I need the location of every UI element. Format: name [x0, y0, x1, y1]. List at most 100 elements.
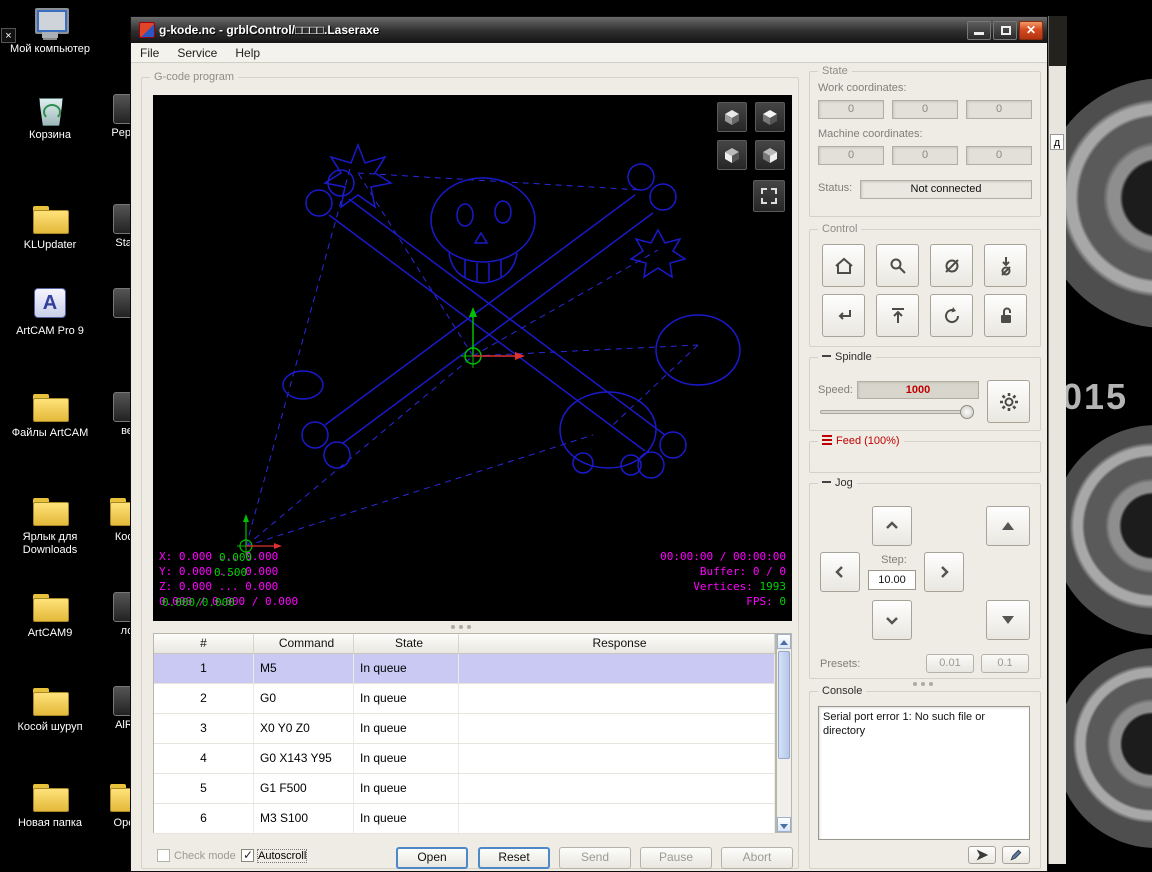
control-group: Control: [809, 229, 1041, 347]
minimize-button[interactable]: [967, 21, 991, 40]
machine-z-display: 0: [966, 146, 1032, 165]
console-group-title: Console: [818, 685, 866, 697]
grblcontrol-window: g-kode.nc - grblControl/□□□□.Laseraxe ✕ …: [130, 16, 1048, 872]
reset-button[interactable]: Reset: [478, 847, 550, 869]
machine-y-display: 0: [892, 146, 958, 165]
folder-icon: [30, 684, 70, 718]
spindle-speed-slider[interactable]: [820, 410, 972, 414]
console-output[interactable]: Serial port error 1: No such file or dir…: [818, 706, 1030, 840]
folder-icon: [30, 390, 70, 424]
view-left-button[interactable]: [755, 140, 785, 170]
preset-001-button[interactable]: 0.01: [926, 654, 974, 673]
menu-file[interactable]: File: [131, 44, 168, 62]
titlebar[interactable]: g-kode.nc - grblControl/□□□□.Laseraxe ✕: [131, 17, 1047, 43]
work-z-display: 0: [966, 100, 1032, 119]
maximize-button[interactable]: [993, 21, 1017, 40]
recycle-bin-icon: [30, 92, 70, 126]
spindle-group: Spindle Speed: 1000: [809, 357, 1041, 431]
hud-stats: 00:00:00 / 00:00:00 Buffer: 0 / 0 Vertic…: [660, 549, 786, 609]
check-mode-label: Check mode: [174, 850, 236, 862]
folder-icon: [30, 780, 70, 814]
desktop-icon-my-computer[interactable]: Мой компьютер: [5, 6, 95, 56]
spindle-speed-label: Speed:: [818, 384, 853, 396]
close-button[interactable]: ✕: [1019, 21, 1043, 40]
desktop-icon-downloads-shortcut[interactable]: Ярлык для Downloads: [5, 494, 95, 557]
view-isometric-button[interactable]: [717, 102, 747, 132]
table-row[interactable]: 2G0In queue: [154, 684, 775, 714]
step-label: Step:: [870, 554, 918, 566]
gcode-visualizer[interactable]: X: 0.000 ... 0.0000.000 Y: 0.000 ... 0.0…: [153, 95, 792, 621]
control-group-title: Control: [818, 223, 861, 235]
table-row[interactable]: 4G0 X143 Y95In queue: [154, 744, 775, 774]
desktop-icon-kosoy-shurup[interactable]: Косой шуруп: [5, 684, 95, 734]
console-edit-button[interactable]: [1002, 846, 1030, 864]
zero-z-button[interactable]: [984, 244, 1027, 287]
wallpaper-text: 015: [1062, 376, 1128, 418]
reset-button-control[interactable]: [930, 294, 973, 337]
autoscroll-checkbox[interactable]: [241, 849, 254, 862]
send-button[interactable]: Send: [559, 847, 631, 869]
safe-position-button[interactable]: [876, 294, 919, 337]
desktop-icon-artcam9[interactable]: ArtCAM9: [5, 590, 95, 640]
jog-x-plus-button[interactable]: [924, 552, 964, 592]
table-row[interactable]: 1M5In queue: [154, 654, 775, 684]
step-input[interactable]: 10.00: [868, 570, 916, 590]
slider-handle[interactable]: [960, 405, 974, 419]
computer-icon: [30, 6, 70, 40]
console-send-button[interactable]: [968, 846, 996, 864]
open-button[interactable]: Open: [396, 847, 468, 869]
abort-button[interactable]: Abort: [721, 847, 793, 869]
pause-button[interactable]: Pause: [640, 847, 712, 869]
desktop-icon-recycle-bin[interactable]: Корзина: [5, 92, 95, 142]
check-mode-checkbox-row[interactable]: Check mode: [157, 849, 236, 862]
menu-service[interactable]: Service: [168, 44, 226, 62]
jog-y-plus-button[interactable]: [872, 506, 912, 546]
desktop-icon-new-folder[interactable]: Новая папка: [5, 780, 95, 830]
menu-help[interactable]: Help: [226, 44, 269, 62]
machine-coordinates-label: Machine coordinates:: [818, 128, 923, 140]
view-preset-buttons: [717, 102, 785, 170]
panel-splitter-handle[interactable]: [913, 682, 917, 686]
folder-icon: [30, 202, 70, 236]
scrollbar-thumb[interactable]: [778, 651, 790, 759]
restore-origin-button[interactable]: [822, 294, 865, 337]
autoscroll-checkbox-row[interactable]: Autoscroll: [241, 849, 306, 862]
unlock-button[interactable]: [984, 294, 1027, 337]
table-row[interactable]: 6M3 S100In queue: [154, 804, 775, 834]
folder-icon: [30, 590, 70, 624]
console-group: Console Serial port error 1: No such fil…: [809, 691, 1041, 869]
jog-z-down-button[interactable]: [986, 600, 1030, 640]
feed-group: Feed (100%): [809, 441, 1041, 473]
wallpaper-circle: [1052, 425, 1152, 635]
z-probe-button[interactable]: [876, 244, 919, 287]
scroll-up-button[interactable]: [777, 634, 791, 649]
menubar: File Service Help: [131, 43, 1047, 63]
hud-coordinates: X: 0.000 ... 0.0000.000 Y: 0.000 ... 0.0…: [159, 549, 298, 609]
collapse-icon[interactable]: [822, 481, 831, 483]
jog-x-minus-button[interactable]: [820, 552, 860, 592]
scroll-down-button[interactable]: [777, 817, 791, 832]
view-front-button[interactable]: [717, 140, 747, 170]
jog-group-title: Jog: [818, 477, 857, 489]
command-table[interactable]: # Command State Response 1M5In queue 2G0…: [153, 633, 776, 833]
work-x-display: 0: [818, 100, 884, 119]
desktop-icon-artcam-pro[interactable]: A ArtCAM Pro 9: [5, 286, 95, 338]
view-top-button[interactable]: [755, 102, 785, 132]
zero-xy-button[interactable]: [930, 244, 973, 287]
fit-view-button[interactable]: [753, 180, 785, 212]
splitter-handle[interactable]: [451, 625, 455, 629]
desktop-icon-klupdater[interactable]: KLUpdater: [5, 202, 95, 252]
check-mode-checkbox[interactable]: [157, 849, 170, 862]
preset-01-button[interactable]: 0.1: [981, 654, 1029, 673]
collapse-icon[interactable]: [822, 355, 831, 357]
spindle-settings-button[interactable]: [987, 380, 1030, 423]
table-row[interactable]: 5G1 F500In queue: [154, 774, 775, 804]
feed-menu-icon[interactable]: [822, 439, 832, 441]
desktop-icon-artcam-files[interactable]: Файлы ArtCAM: [5, 390, 95, 440]
machine-x-display: 0: [818, 146, 884, 165]
table-row[interactable]: 3X0 Y0 Z0In queue: [154, 714, 775, 744]
table-scrollbar[interactable]: [776, 633, 792, 833]
jog-z-up-button[interactable]: [986, 506, 1030, 546]
jog-y-minus-button[interactable]: [872, 600, 912, 640]
home-button[interactable]: [822, 244, 865, 287]
